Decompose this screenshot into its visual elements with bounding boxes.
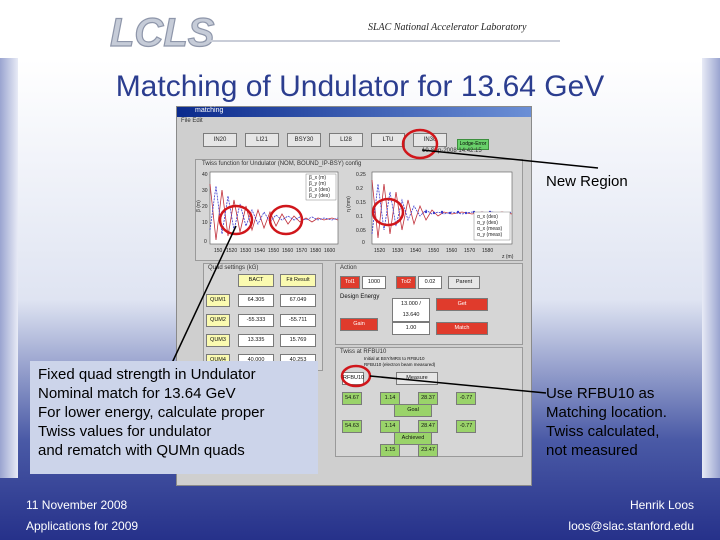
callout-line-3: For lower energy, calculate proper (38, 404, 265, 421)
fixed-quad-callout: Fixed quad strength in Undulator Nominal… (30, 361, 318, 474)
rfbu10-circle (340, 364, 372, 388)
rfbu10-pointer (369, 375, 547, 394)
new-region-pointer (421, 149, 599, 169)
footer-author: Henrik Loos (629, 498, 694, 512)
rfbu10-line-2: Matching location. (546, 404, 667, 421)
fixed-quad-callout-text: Fixed quad strength in Undulator Nominal… (38, 365, 265, 460)
callout-line-1: Fixed quad strength in Undulator (38, 366, 256, 383)
fixed-quad-pointer (171, 225, 237, 364)
footer-email: loos@slac.stanford.edu (568, 519, 694, 533)
footer-date: 11 November 2008 (26, 498, 128, 512)
rfbu10-line-4: not measured (546, 442, 638, 459)
new-region-label: New Region (546, 173, 628, 190)
rfbu10-line-1: Use RFBU10 as (546, 385, 655, 402)
slide: LCLS SLAC National Accelerator Laborator… (0, 0, 720, 540)
callout-line-4: Twiss values for undulator (38, 423, 212, 440)
beta-plot-circle-1 (218, 204, 254, 236)
new-region-circle (401, 128, 439, 160)
rfbu10-line-3: Twiss calculated, (546, 423, 660, 440)
eta-plot-circle (371, 197, 405, 227)
callout-line-5: and rematch with QUMn quads (38, 442, 245, 459)
callout-line-2: Nominal match for 13.64 GeV (38, 385, 236, 402)
beta-plot-circle-2 (268, 204, 304, 236)
rfbu10-callout: Use RFBU10 as Matching location. Twiss c… (546, 384, 714, 460)
footer-talk: Applications for 2009 (26, 519, 139, 533)
